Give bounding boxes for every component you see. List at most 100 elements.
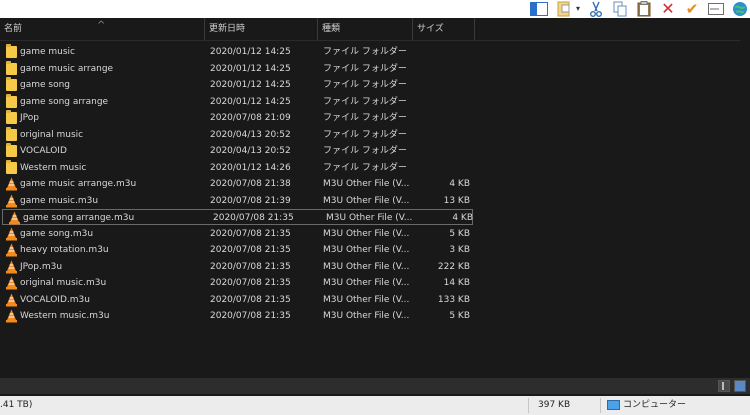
file-name: game music arrange.m3u xyxy=(20,179,137,189)
column-header-modified[interactable]: 更新日時 xyxy=(205,18,318,40)
file-type: M3U Other File (V... xyxy=(323,228,410,239)
file-size xyxy=(414,94,470,110)
file-row[interactable]: game song arrange.m3u 2020/07/08 21:35 M3U… xyxy=(2,209,473,225)
file-size: 5 KB xyxy=(449,228,470,239)
file-modified: 2020/07/08 21:35 xyxy=(213,213,294,223)
file-modified: 2020/07/08 21:39 xyxy=(210,195,291,206)
file-type: M3U Other File (V... xyxy=(323,278,410,288)
file-row[interactable]: game music arrange.m3u 2020/07/08 21:38 M3… xyxy=(0,176,475,192)
file-row[interactable]: game song 2020/01/12 14:25 ファイル フォルダー xyxy=(0,77,475,93)
globe-icon[interactable] xyxy=(730,0,750,18)
column-header: ^ 名前 更新日時 種類 サイズ xyxy=(0,18,750,41)
file-row[interactable]: Western music 2020/01/12 14:26 ファイル フォルダー xyxy=(0,159,475,176)
layout-pane-icon[interactable] xyxy=(528,0,550,18)
file-row[interactable]: Western music.m3u 2020/07/08 21:35 M3U Oth… xyxy=(0,308,475,324)
file-type: M3U Other File (V... xyxy=(323,311,410,321)
dropdown-caret-icon[interactable]: ▾ xyxy=(574,0,582,18)
folder-icon xyxy=(6,60,17,75)
file-modified: 2020/01/12 14:25 xyxy=(210,96,291,107)
file-size xyxy=(414,110,470,126)
toolbar-icons: ▾ ✕ ✔ xyxy=(524,0,750,18)
file-modified: 2020/07/08 21:38 xyxy=(210,179,291,189)
status-divider xyxy=(600,398,601,413)
file-type: ファイル フォルダー xyxy=(323,162,407,173)
file-row[interactable]: JPop 2020/07/08 21:09 ファイル フォルダー xyxy=(0,110,475,126)
checkmark-icon[interactable]: ✔ xyxy=(682,0,702,18)
file-name: game song arrange.m3u xyxy=(23,213,135,223)
details-view-icon[interactable] xyxy=(718,380,730,392)
file-row[interactable]: game music 2020/01/12 14:25 ファイル フォルダー xyxy=(0,44,475,60)
file-size: 5 KB xyxy=(449,311,470,321)
file-size xyxy=(414,77,470,93)
file-modified: 2020/07/08 21:35 xyxy=(210,245,291,255)
bottom-view-bar xyxy=(0,378,750,394)
vlc-cone-icon xyxy=(6,276,17,290)
file-modified: 2020/07/08 21:35 xyxy=(210,278,291,288)
file-modified: 2020/01/12 14:26 xyxy=(210,162,291,173)
file-name: game music arrange xyxy=(20,63,114,74)
status-free-space: .41 TB) xyxy=(0,400,33,410)
file-modified: 2020/01/12 14:25 xyxy=(210,63,291,74)
folder-icon xyxy=(6,126,17,141)
file-row[interactable]: JPop.m3u 2020/07/08 21:35 M3U Other File (… xyxy=(0,259,475,275)
file-row[interactable]: game music arrange 2020/01/12 14:25 ファイル フ… xyxy=(0,60,475,77)
file-name: game song arrange xyxy=(20,96,109,107)
file-name: heavy rotation.m3u xyxy=(20,245,109,255)
rename-icon[interactable] xyxy=(706,0,726,18)
delete-icon[interactable]: ✕ xyxy=(658,0,678,18)
file-name: game music.m3u xyxy=(20,195,99,206)
folder-icon xyxy=(6,110,17,124)
status-divider xyxy=(528,398,529,413)
file-type: ファイル フォルダー xyxy=(323,96,407,107)
file-size: 222 KB xyxy=(437,261,470,272)
file-size xyxy=(414,44,470,60)
file-type: ファイル フォルダー xyxy=(323,146,407,156)
file-name: game music xyxy=(20,47,76,57)
file-row[interactable]: original music 2020/04/13 20:52 ファイル フォルダー xyxy=(0,126,475,143)
file-name: VOCALOID.m3u xyxy=(20,294,90,305)
column-header-size[interactable]: サイズ xyxy=(413,18,475,40)
copy-icon[interactable] xyxy=(610,0,630,18)
file-row[interactable]: original music.m3u 2020/07/08 21:35 M3U Ot… xyxy=(0,275,475,291)
file-size: 13 KB xyxy=(443,195,470,206)
file-row[interactable]: VOCALOID 2020/04/13 20:52 ファイル フォルダー xyxy=(0,143,475,159)
column-header-name[interactable]: 名前 xyxy=(0,18,205,40)
file-modified: 2020/07/08 21:35 xyxy=(210,261,291,272)
vlc-cone-icon xyxy=(6,293,17,306)
file-row[interactable]: game song arrange 2020/01/12 14:25 ファイル フォ… xyxy=(0,93,475,110)
file-modified: 2020/07/08 21:09 xyxy=(210,113,291,123)
file-size: 4 KB xyxy=(452,213,473,223)
file-type: M3U Other File (V... xyxy=(326,213,413,223)
file-type: ファイル フォルダー xyxy=(323,80,407,90)
file-name: Western music.m3u xyxy=(20,311,110,321)
file-row[interactable]: VOCALOID.m3u 2020/07/08 21:35 M3U Other Fi… xyxy=(0,292,475,308)
paste-icon[interactable] xyxy=(634,0,654,18)
folder-icon xyxy=(6,77,17,91)
folder-icon xyxy=(6,93,17,108)
toolbar: ▾ ✕ ✔ xyxy=(0,0,750,18)
file-size: 4 KB xyxy=(449,179,470,189)
file-type: ファイル フォルダー xyxy=(323,129,407,140)
file-modified: 2020/07/08 21:35 xyxy=(210,294,291,305)
large-icons-view-icon[interactable] xyxy=(734,380,746,392)
file-modified: 2020/01/12 14:25 xyxy=(210,47,291,57)
file-row[interactable]: heavy rotation.m3u 2020/07/08 21:35 M3U Ot… xyxy=(0,242,475,258)
cut-icon[interactable] xyxy=(586,0,606,18)
file-name: game song xyxy=(20,80,71,90)
file-row[interactable]: game music.m3u 2020/07/08 21:39 M3U Other … xyxy=(0,193,475,209)
vlc-cone-icon xyxy=(6,260,17,273)
status-bar: .41 TB) 397 KB コンピューター xyxy=(0,396,750,415)
file-size: 14 KB xyxy=(443,278,470,288)
file-size: 133 KB xyxy=(437,294,470,305)
folder-icon xyxy=(6,44,17,58)
vertical-scrollbar[interactable] xyxy=(740,40,750,378)
file-modified: 2020/01/12 14:25 xyxy=(210,80,291,90)
file-type: ファイル フォルダー xyxy=(323,47,407,57)
vlc-cone-icon xyxy=(6,309,17,323)
file-row[interactable]: game song.m3u 2020/07/08 21:35 M3U Other F… xyxy=(0,226,475,242)
vlc-cone-icon xyxy=(6,243,17,257)
file-size xyxy=(414,143,470,159)
new-item-icon[interactable] xyxy=(554,0,574,18)
column-header-type[interactable]: 種類 xyxy=(318,18,413,40)
file-size: 3 KB xyxy=(449,245,470,255)
